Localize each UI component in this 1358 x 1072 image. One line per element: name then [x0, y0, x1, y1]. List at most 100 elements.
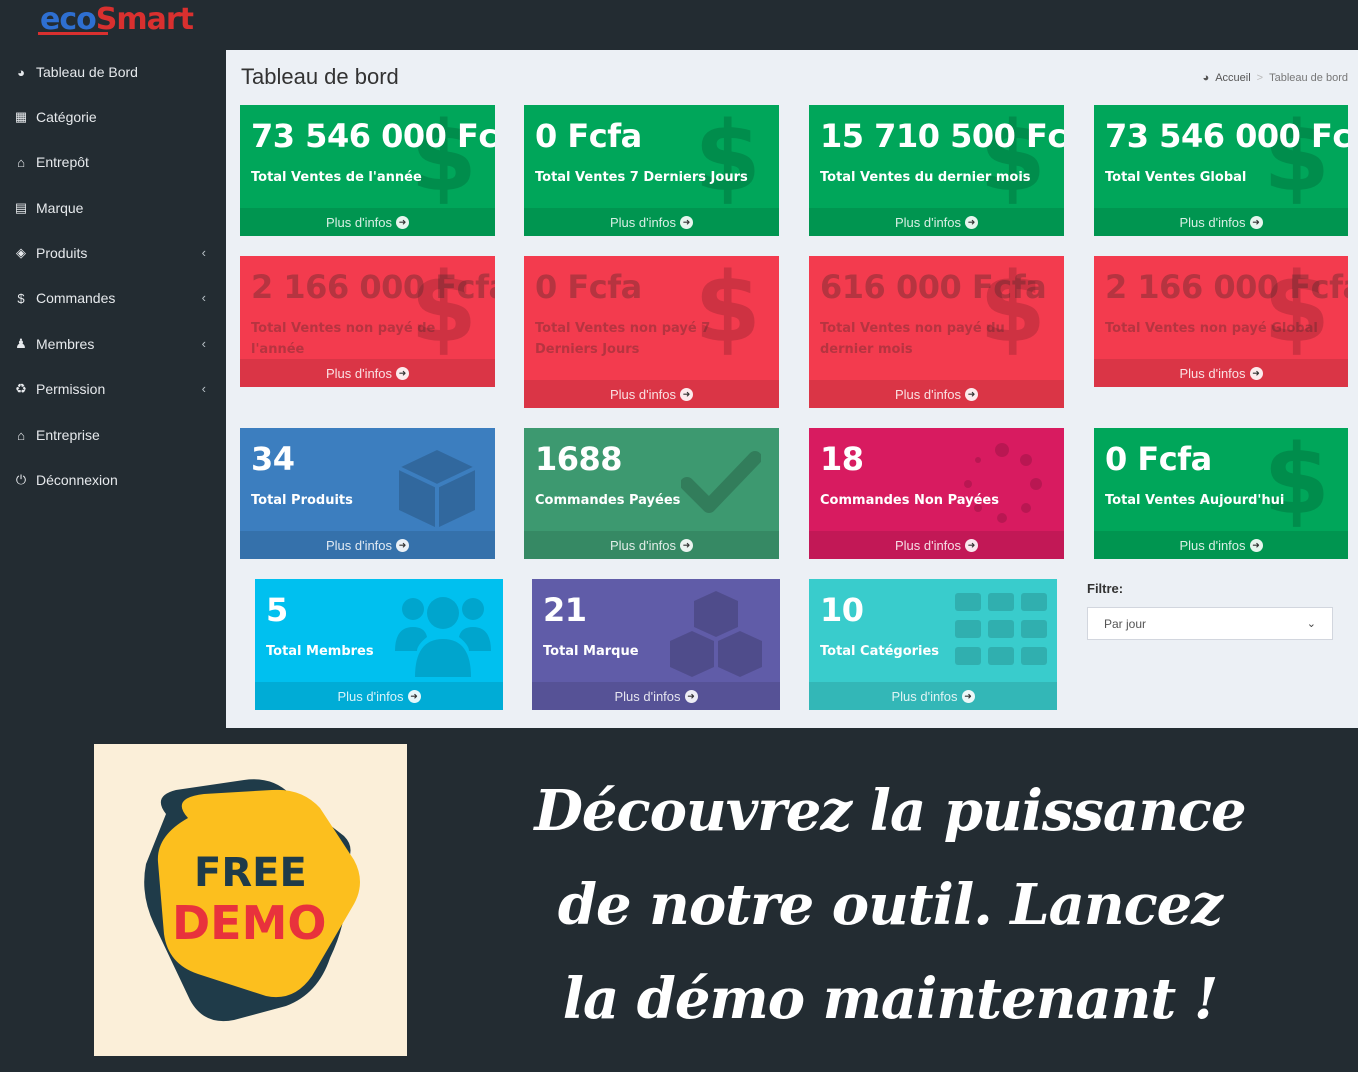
sidebar-item-deconnexion[interactable]: ⏻ Déconnexion [0, 458, 226, 502]
more-info-link[interactable]: Plus d'infos ➜ [240, 359, 495, 387]
arrow-circle-right-icon: ➜ [684, 689, 698, 703]
more-info-link[interactable]: Plus d'infos ➜ [240, 208, 495, 236]
promo-headline: Découvrez la puissance de notre outil. L… [430, 764, 1350, 1046]
sidebar-item-commandes[interactable]: $ Commandes ‹ [0, 276, 226, 320]
breadcrumb-current: Tableau de bord [1269, 72, 1348, 84]
sidebar-item-tableau-de-bord[interactable]: ◕ Tableau de Bord [0, 50, 226, 94]
stat-value: 15 710 500 Fcfa [820, 117, 1064, 155]
chevron-left-icon: ‹ [201, 381, 206, 396]
stat-box-ventes-dernier-mois: $ 15 710 500 Fcfa Total Ventes du dernie… [809, 105, 1064, 236]
stat-box-total-produits: 34 Total Produits Plus d'infos ➜ [240, 428, 495, 559]
stat-label: Total Ventes non payé du dernier mois [820, 321, 1005, 357]
more-info-link[interactable]: Plus d'infos ➜ [809, 208, 1064, 236]
stat-value: 2 166 000 Fcfa [1105, 268, 1348, 306]
more-info-link[interactable]: Plus d'infos ➜ [532, 682, 780, 710]
sidebar: ◕ Tableau de Bord ▦ Catégorie ⌂ Entrepôt… [0, 50, 226, 728]
stat-box-non-paye-dernier-mois: $ 616 000 Fcfa Total Ventes non payé du … [809, 256, 1064, 408]
arrow-circle-right-icon: ➜ [961, 689, 975, 703]
dollar-icon: $ [17, 290, 25, 306]
stat-value: 73 546 000 Fcfa [1105, 117, 1348, 155]
chevron-left-icon: ‹ [201, 290, 206, 305]
more-info-link[interactable]: Plus d'infos ➜ [809, 531, 1064, 559]
cube-icon: ◈ [16, 245, 26, 260]
cubes-icon [668, 589, 764, 679]
stat-box-total-membres: 5 Total Membres Plus d'infos ➜ [255, 579, 503, 710]
arrow-circle-right-icon: ➜ [1249, 538, 1263, 552]
arrow-circle-right-icon: ➜ [965, 387, 979, 401]
sidebar-item-membres[interactable]: ♟ Membres ‹ [0, 322, 226, 366]
bank-icon: ⌂ [17, 154, 25, 170]
stat-label: Total Ventes Aujourd'hui [1105, 493, 1285, 508]
stat-label: Total Ventes 7 Derniers Jours [535, 170, 748, 185]
stat-box-ventes-annee: $ 73 546 000 Fcfa Total Ventes de l'anné… [240, 105, 495, 236]
stat-label: Total Marque [543, 644, 639, 659]
dollar-icon: $ [1263, 428, 1330, 536]
stat-label: Total Ventes non payé 7 Derniers Jours [535, 321, 711, 357]
more-info-link[interactable]: Plus d'infos ➜ [809, 380, 1064, 408]
stat-box-ventes-global: $ 73 546 000 Fcfa Total Ventes Global Pl… [1094, 105, 1348, 236]
arrow-circle-right-icon: ➜ [407, 689, 421, 703]
sidebar-item-label: Membres [36, 336, 95, 352]
filter-select[interactable]: Par jour ⌄ [1087, 607, 1333, 640]
sidebar-item-label: Entrepôt [36, 154, 89, 170]
stat-value: 0 Fcfa [535, 117, 642, 155]
more-info-link[interactable]: Plus d'infos ➜ [524, 380, 779, 408]
dollar-icon: $ [694, 105, 761, 213]
spinner-icon [960, 442, 1044, 526]
sidebar-item-marque[interactable]: ▤ Marque [0, 186, 226, 230]
sidebar-item-categorie[interactable]: ▦ Catégorie [0, 95, 226, 139]
arrow-circle-right-icon: ➜ [680, 215, 694, 229]
stat-box-total-marque: 21 Total Marque Plus d'infos ➜ [532, 579, 780, 710]
logo-underline [38, 32, 108, 35]
breadcrumb: ◕ Accueil > Tableau de bord [1203, 72, 1348, 84]
more-info-link[interactable]: Plus d'infos ➜ [1094, 531, 1348, 559]
sidebar-item-permission[interactable]: ♻ Permission ‹ [0, 367, 226, 411]
recycle-icon: ♻ [15, 381, 27, 396]
more-info-link[interactable]: Plus d'infos ➜ [240, 531, 495, 559]
power-icon: ⏻ [15, 472, 27, 487]
main-content: Tableau de bord ◕ Accueil > Tableau de b… [226, 50, 1358, 728]
brand-logo[interactable]: ecoSmart [38, 2, 194, 48]
arrow-circle-right-icon: ➜ [1249, 366, 1263, 380]
sidebar-item-label: Marque [36, 200, 84, 216]
arrow-circle-right-icon: ➜ [396, 538, 410, 552]
stat-label: Commandes Payées [535, 493, 681, 508]
filter-selected-value: Par jour [1104, 616, 1147, 631]
arrow-circle-right-icon: ➜ [396, 215, 410, 229]
sidebar-item-label: Catégorie [36, 109, 97, 125]
dashboard-icon: ◕ [17, 64, 25, 80]
more-info-link[interactable]: Plus d'infos ➜ [809, 682, 1057, 710]
more-info-link[interactable]: Plus d'infos ➜ [524, 531, 779, 559]
more-info-link[interactable]: Plus d'infos ➜ [1094, 208, 1348, 236]
more-info-link[interactable]: Plus d'infos ➜ [1094, 359, 1348, 387]
stat-value: 2 166 000 Fcfa [251, 268, 495, 306]
stat-box-commandes-payees: 1688 Commandes Payées Plus d'infos ➜ [524, 428, 779, 559]
stat-box-ventes-aujourdhui: $ 0 Fcfa Total Ventes Aujourd'hui Plus d… [1094, 428, 1348, 559]
sidebar-item-label: Produits [36, 245, 88, 261]
stat-label: Total Produits [251, 493, 353, 508]
filter-label: Filtre: [1087, 581, 1124, 596]
stat-value: 1688 [535, 440, 623, 478]
more-info-link[interactable]: Plus d'infos ➜ [255, 682, 503, 710]
sidebar-item-entrepot[interactable]: ⌂ Entrepôt [0, 140, 226, 184]
stat-box-commandes-non-payees: 18 Commandes Non Payées Plus d'infos ➜ [809, 428, 1064, 559]
stat-value: 616 000 Fcfa [820, 268, 1047, 306]
sidebar-item-label: Commandes [36, 290, 116, 306]
stat-label: Total Catégories [820, 644, 940, 659]
stat-value: 18 [820, 440, 864, 478]
stat-value: 0 Fcfa [535, 268, 642, 306]
chevron-left-icon: ‹ [201, 245, 206, 260]
more-info-link[interactable]: Plus d'infos ➜ [524, 208, 779, 236]
sidebar-item-label: Tableau de Bord [36, 64, 138, 80]
sidebar-item-label: Déconnexion [36, 472, 118, 488]
free-demo-card[interactable]: FREE DEMO [94, 744, 407, 1056]
dashboard-icon: ◕ [1202, 72, 1210, 84]
breadcrumb-separator: > [1256, 72, 1264, 84]
arrow-circle-right-icon: ➜ [680, 387, 694, 401]
sidebar-item-entreprise[interactable]: ⌂ Entreprise [0, 413, 226, 457]
breadcrumb-home[interactable]: Accueil [1215, 72, 1250, 84]
stat-box-ventes-7-jours: $ 0 Fcfa Total Ventes 7 Derniers Jours P… [524, 105, 779, 236]
id-card-icon: ▤ [14, 200, 28, 215]
cube-icon [395, 446, 479, 530]
sidebar-item-produits[interactable]: ◈ Produits ‹ [0, 231, 226, 275]
